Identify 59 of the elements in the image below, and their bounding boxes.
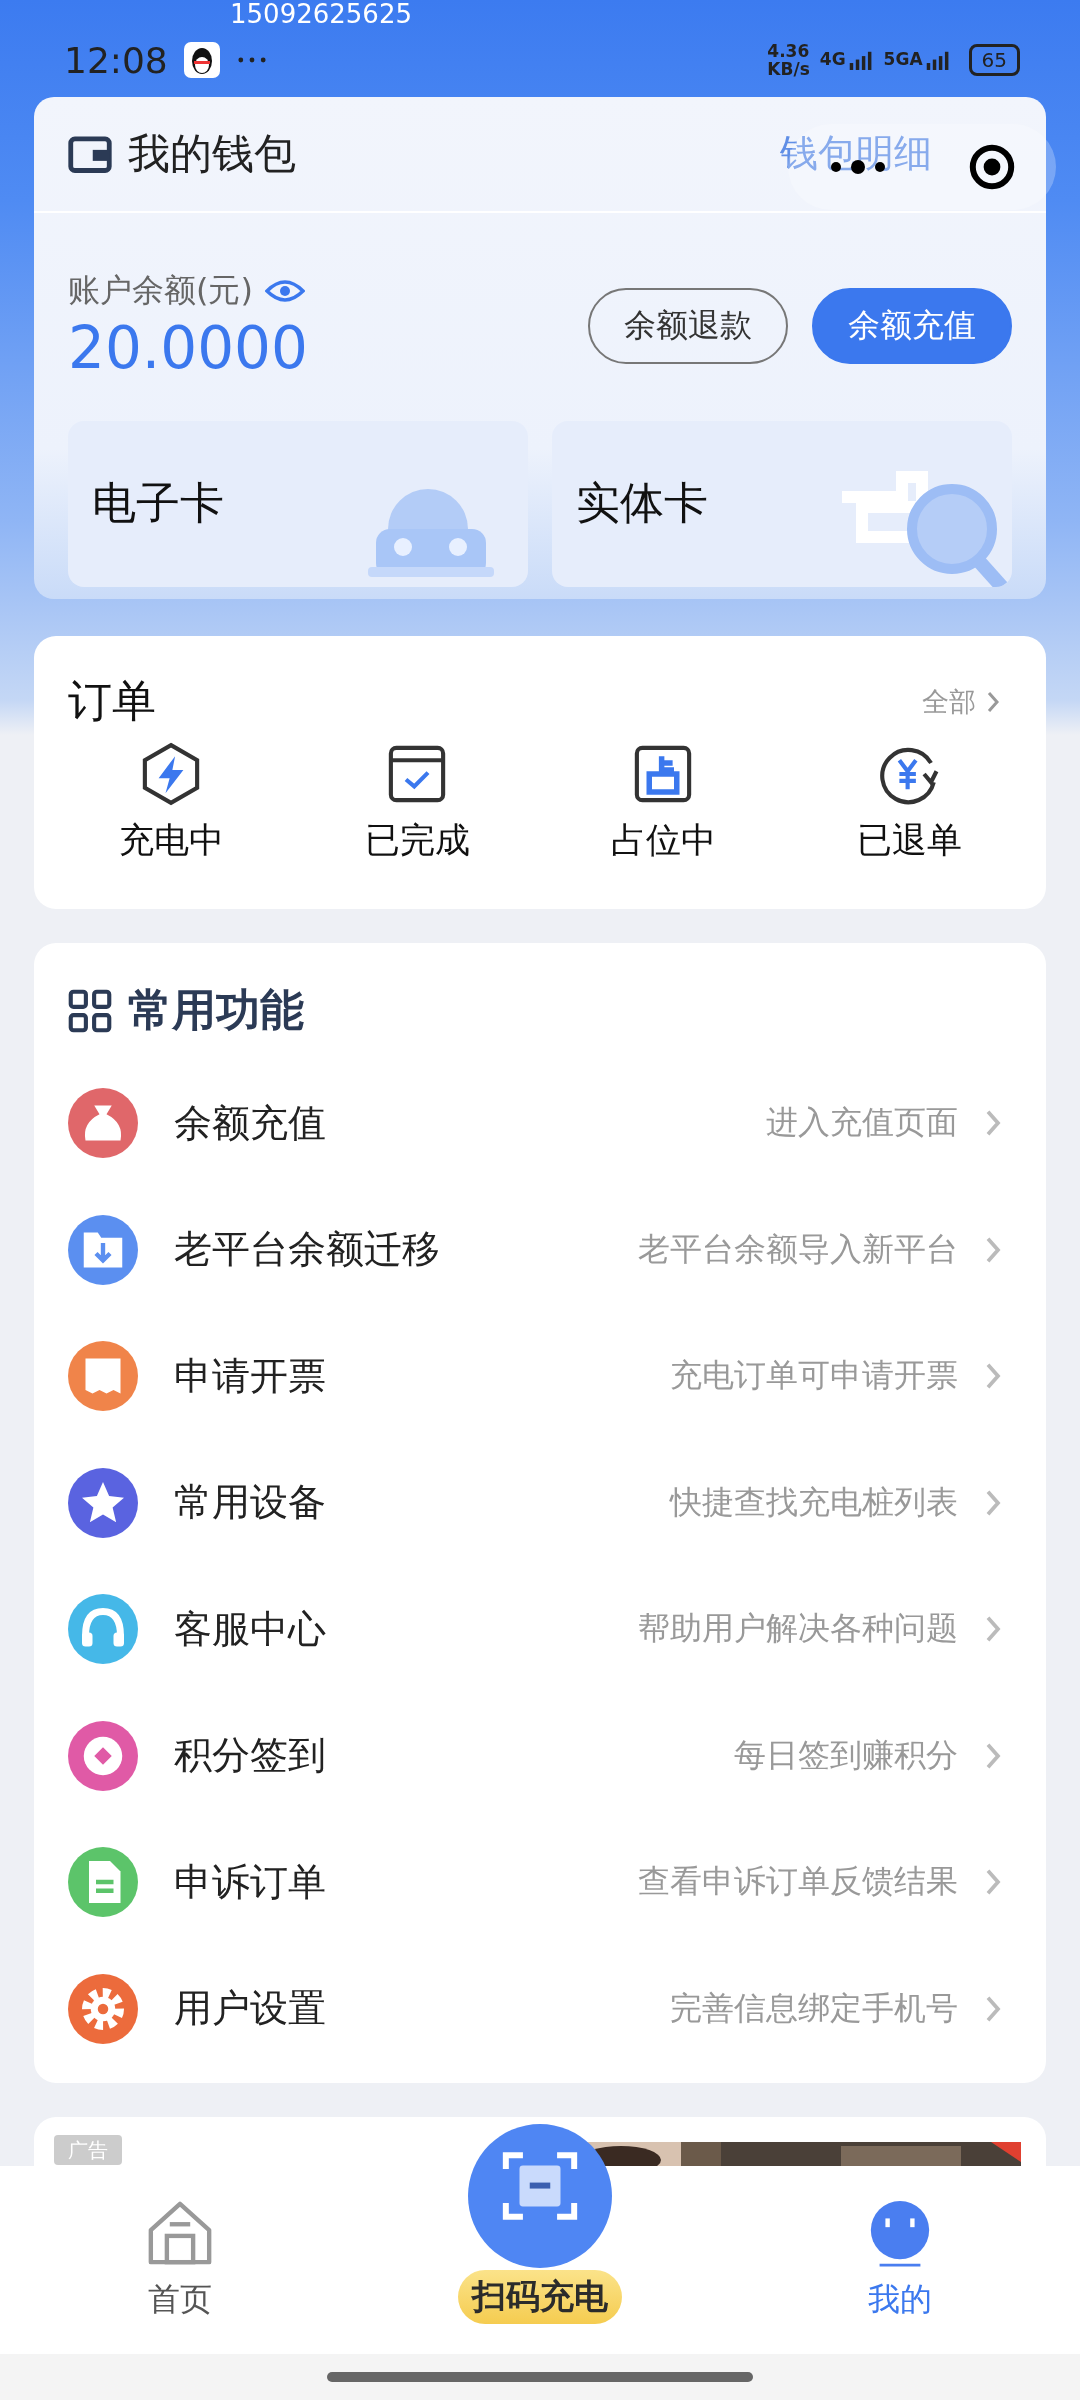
scan-charge-label[interactable]: 扫码充电 bbox=[458, 2270, 622, 2325]
card-tile[interactable]: 电子卡 bbox=[68, 420, 528, 587]
function-label: 老平台余额迁移 bbox=[174, 1226, 441, 1274]
balance-label: 账户余额(元) bbox=[68, 269, 253, 311]
refund-button[interactable]: 余额退款 bbox=[588, 287, 788, 364]
function-row[interactable]: 用户设置 完善信息绑定手机号 bbox=[34, 1945, 1046, 2073]
order-status-item[interactable]: 已完成 bbox=[294, 741, 540, 865]
function-row[interactable]: 积分签到 每日签到赚积分 bbox=[34, 1692, 1046, 1820]
function-hint: 充电订单可申请开票 bbox=[670, 1355, 958, 1397]
order-status-label: 充电中 bbox=[118, 819, 224, 863]
function-label: 积分签到 bbox=[174, 1732, 327, 1780]
function-hint: 帮助用户解决各种问题 bbox=[638, 1608, 958, 1650]
function-label: 常用设备 bbox=[174, 1479, 327, 1527]
signal-icon bbox=[924, 49, 951, 71]
signal-icon bbox=[847, 49, 874, 71]
card-label: 电子卡 bbox=[92, 476, 224, 531]
chevron-icon[interactable] bbox=[986, 689, 1000, 714]
function-row[interactable]: 申诉订单 查看申诉订单反馈结果 bbox=[34, 1819, 1046, 1946]
function-row[interactable]: 申请开票 充电订单可申请开票 bbox=[34, 1313, 1046, 1440]
order-status-label: 已完成 bbox=[364, 819, 470, 863]
function-hint: 每日签到赚积分 bbox=[734, 1734, 958, 1776]
battery-level: 65 bbox=[968, 44, 1020, 76]
grid-icon bbox=[68, 988, 112, 1033]
clock-time: 12:08 bbox=[64, 39, 168, 81]
functions-title: 常用功能 bbox=[128, 983, 304, 1038]
network-type: 5GA bbox=[883, 49, 923, 69]
function-row[interactable]: 客服中心 帮助用户解决各种问题 bbox=[34, 1566, 1046, 1693]
card-label: 实体卡 bbox=[576, 476, 708, 531]
function-hint: 查看申诉订单反馈结果 bbox=[638, 1861, 958, 1903]
recharge-button[interactable]: 余额充值 bbox=[812, 287, 1012, 364]
function-label: 申诉订单 bbox=[174, 1858, 327, 1906]
wallet-title: 我的钱包 bbox=[128, 127, 297, 180]
function-hint: 进入充值页面 bbox=[766, 1102, 958, 1144]
function-row[interactable]: 余额充值 进入充值页面 bbox=[34, 1060, 1046, 1187]
function-row[interactable]: 常用设备 快捷查找充电桩列表 bbox=[34, 1439, 1046, 1567]
network-type: 4G bbox=[819, 49, 846, 69]
order-status-item[interactable]: 充电中 bbox=[48, 741, 294, 865]
function-label: 余额充值 bbox=[174, 1099, 327, 1147]
orders-title: 订单 bbox=[68, 674, 157, 729]
eye-icon[interactable] bbox=[264, 278, 305, 303]
function-hint: 老平台余额导入新平台 bbox=[638, 1228, 958, 1270]
speed-unit: KB/s bbox=[767, 60, 810, 78]
nav-tab[interactable]: 我的 bbox=[720, 2166, 1080, 2354]
balance-amount: 20.0000 bbox=[68, 312, 308, 383]
penguin-icon bbox=[183, 42, 220, 78]
network-speed: 4.36 bbox=[767, 42, 810, 60]
nav-tab[interactable]: 首页 bbox=[0, 2166, 360, 2354]
order-status-label: 占位中 bbox=[610, 819, 716, 863]
function-label: 申请开票 bbox=[174, 1352, 327, 1400]
card-tile[interactable]: 实体卡 bbox=[552, 420, 1012, 587]
order-status-label: 已退单 bbox=[856, 819, 962, 863]
order-status-item[interactable]: 占位中 bbox=[540, 741, 786, 865]
function-label: 用户设置 bbox=[174, 1985, 327, 2033]
phone-number: 15092625625 bbox=[230, 0, 412, 28]
order-status-item[interactable]: 已退单 bbox=[786, 741, 1032, 865]
function-hint: 快捷查找充电桩列表 bbox=[670, 1481, 958, 1523]
function-label: 客服中心 bbox=[174, 1605, 327, 1653]
function-hint: 完善信息绑定手机号 bbox=[670, 1987, 958, 2029]
function-row[interactable]: 老平台余额迁移 老平台余额导入新平台 bbox=[34, 1186, 1046, 1314]
